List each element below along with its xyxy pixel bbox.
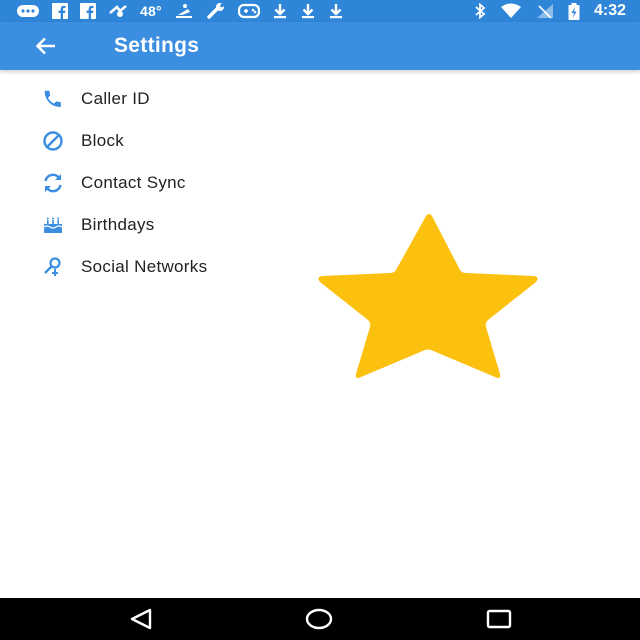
social-person-icon [40,254,66,280]
settings-item-label: Birthdays [81,215,155,234]
download-icon [300,3,316,19]
page-title: Settings [114,34,200,57]
settings-item-label: Contact Sync [81,173,186,192]
back-triangle-icon [130,608,152,630]
facebook-icon [52,3,68,19]
sled-icon [174,3,194,19]
nav-recents-button[interactable] [484,606,514,632]
weather-icon [108,3,128,19]
download-icon [272,3,288,19]
system-icons: 4:32 [474,2,640,20]
settings-item-block[interactable]: Block [0,120,640,162]
notification-icons: 48° [0,3,344,19]
wifi-icon [500,3,522,19]
battery-charging-icon [568,2,580,20]
game-controller-icon [237,3,260,19]
recents-square-icon [486,609,512,629]
nav-home-button[interactable] [304,606,334,632]
phone-icon [40,86,66,112]
temperature-text: 48° [140,3,162,19]
status-bar: 48° 4:32 [0,0,640,22]
download-icon [328,3,344,19]
app-bar: Settings [0,22,640,70]
home-circle-icon [305,608,333,630]
settings-item-label: Block [81,131,125,150]
clock: 4:32 [593,2,626,19]
facebook-icon [80,3,96,19]
back-button[interactable] [24,24,68,68]
star-icon[interactable] [308,210,548,385]
settings-item-caller-id[interactable]: Caller ID [0,78,640,120]
block-icon [40,128,66,154]
navigation-bar [0,598,640,640]
settings-item-contact-sync[interactable]: Contact Sync [0,162,640,204]
settings-item-label: Social Networks [81,257,208,276]
settings-item-label: Caller ID [81,89,150,108]
wrench-icon [206,3,226,19]
nav-back-button[interactable] [126,606,156,632]
arrow-left-icon [35,37,55,55]
messages-icon [16,3,40,19]
bluetooth-icon [474,3,486,19]
signal-off-icon [536,3,554,19]
sync-icon [40,170,66,196]
cake-icon [40,212,66,238]
